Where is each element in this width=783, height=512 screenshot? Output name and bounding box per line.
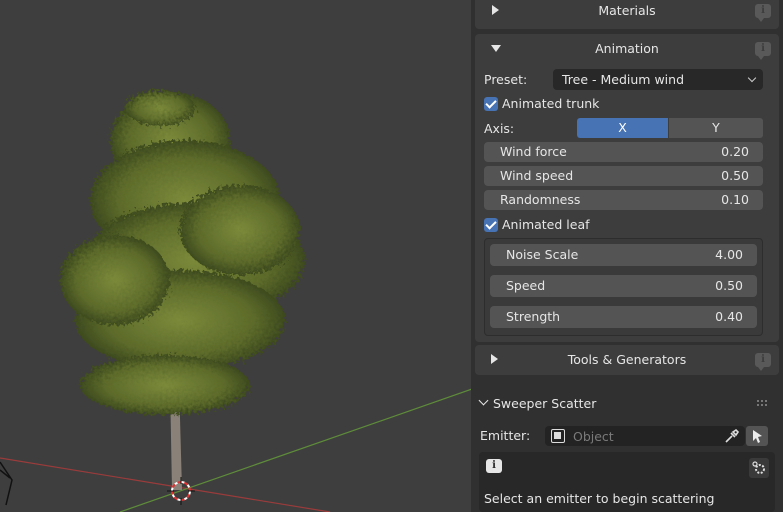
info-icon: i <box>755 4 771 22</box>
drag-handle-icon[interactable] <box>757 400 767 406</box>
materials-title: Materials <box>598 3 656 18</box>
randomness-field[interactable]: Randomness 0.10 <box>484 190 763 210</box>
animation-subpanel: Animation i Preset: Tree - Medium wind A… <box>475 34 779 342</box>
animation-title: Animation <box>595 41 659 56</box>
info-icon: i <box>755 353 771 371</box>
sweeper-header[interactable]: Sweeper Scatter <box>471 388 783 418</box>
gear-button[interactable] <box>749 458 769 478</box>
gear-icon <box>752 461 765 474</box>
animation-header[interactable]: Animation i <box>475 34 779 63</box>
animated-leaf-checkbox[interactable] <box>484 218 498 232</box>
axis-label: Axis: <box>484 121 515 136</box>
camera-object <box>0 461 13 506</box>
wind-speed-value: 0.50 <box>721 168 749 183</box>
noise-scale-label: Noise Scale <box>506 247 579 262</box>
wind-speed-field[interactable]: Wind speed 0.50 <box>484 166 763 186</box>
message-box: i Select an emitter to begin scattering <box>479 452 775 512</box>
noise-scale-value: 4.00 <box>715 247 743 262</box>
speed-field[interactable]: Speed 0.50 <box>490 275 757 297</box>
axis-option-x[interactable]: X <box>577 118 668 138</box>
preset-dropdown[interactable]: Tree - Medium wind <box>553 69 763 90</box>
object-icon <box>551 429 565 443</box>
eyedropper-icon[interactable] <box>723 428 739 444</box>
noise-scale-field[interactable]: Noise Scale 4.00 <box>490 244 757 266</box>
wind-speed-label: Wind speed <box>500 168 574 183</box>
materials-header[interactable]: Materials i <box>475 0 779 29</box>
wind-force-field[interactable]: Wind force 0.20 <box>484 142 763 162</box>
x-axis-line <box>0 457 331 512</box>
axis-option-y[interactable]: Y <box>669 118 763 138</box>
sweeper-title: Sweeper Scatter <box>493 396 597 411</box>
animated-trunk-label: Animated trunk <box>502 96 600 111</box>
wind-force-label: Wind force <box>500 144 567 159</box>
tools-header[interactable]: Tools & Generators i <box>475 345 779 374</box>
info-icon: i <box>486 459 502 473</box>
tree-canopy <box>60 90 305 415</box>
chevron-down-icon <box>747 73 757 83</box>
preset-value: Tree - Medium wind <box>562 72 685 87</box>
message-text: Select an emitter to begin scattering <box>484 491 715 506</box>
speed-value: 0.50 <box>715 278 743 293</box>
emitter-field[interactable]: Object <box>545 426 745 446</box>
randomness-value: 0.10 <box>721 192 749 207</box>
tools-subpanel: Tools & Generators i <box>475 345 779 375</box>
preset-label: Preset: <box>484 72 528 87</box>
cursor-icon <box>753 430 762 443</box>
emitter-label: Emitter: <box>480 428 531 443</box>
emitter-placeholder: Object <box>573 429 614 444</box>
tools-title: Tools & Generators <box>567 352 687 367</box>
materials-subpanel: Materials i <box>475 0 779 29</box>
speed-label: Speed <box>506 278 546 293</box>
chevron-down-icon[interactable] <box>478 395 489 406</box>
leaf-settings-box: Noise Scale 4.00 Speed 0.50 Strength 0.4… <box>484 238 763 336</box>
animated-trunk-checkbox[interactable] <box>484 97 498 111</box>
viewport-scene <box>0 90 475 512</box>
cursor-button[interactable] <box>746 426 768 446</box>
info-icon: i <box>755 42 771 60</box>
strength-value: 0.40 <box>715 309 743 324</box>
wind-force-value: 0.20 <box>721 144 749 159</box>
randomness-label: Randomness <box>500 192 581 207</box>
3d-viewport[interactable] <box>0 0 475 512</box>
animated-leaf-label: Animated leaf <box>502 217 590 232</box>
strength-field[interactable]: Strength 0.40 <box>490 306 757 328</box>
properties-panel: Materials i Animation i Preset: Tree - M… <box>471 0 783 512</box>
strength-label: Strength <box>506 309 561 324</box>
